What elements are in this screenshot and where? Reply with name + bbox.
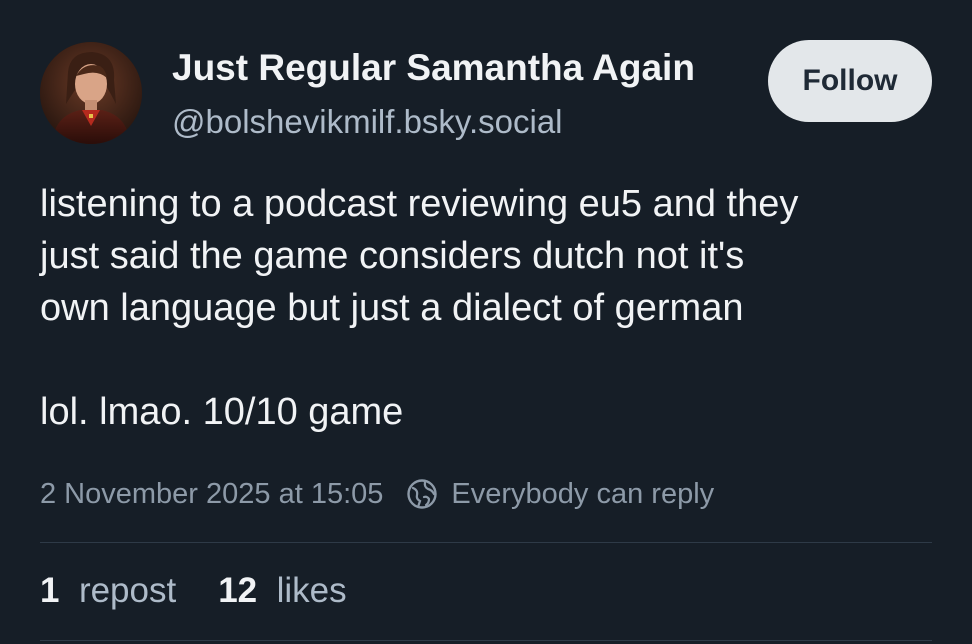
like-count-label: likes [276, 571, 347, 610]
post-text: listening to a podcast reviewing eu5 and… [40, 178, 940, 438]
repost-count[interactable]: 1 repost [40, 571, 176, 611]
reply-setting[interactable]: Everybody can reply [405, 477, 714, 511]
globe-icon [405, 477, 439, 511]
display-name[interactable]: Just Regular Samantha Again [172, 44, 762, 92]
repost-count-value: 1 [40, 571, 70, 610]
post-card: Just Regular Samantha Again @bolshevikmi… [0, 0, 972, 644]
repost-count-label: repost [78, 571, 177, 610]
handle[interactable]: @bolshevikmilf.bsky.social [172, 100, 762, 144]
post-paragraph: listening to a podcast reviewing eu5 and… [40, 183, 799, 329]
reply-setting-label: Everybody can reply [451, 477, 715, 510]
post-paragraph: lol. lmao. 10/10 game [40, 391, 404, 433]
divider [40, 542, 932, 543]
author-info: Just Regular Samantha Again @bolshevikmi… [172, 44, 762, 144]
avatar[interactable] [40, 42, 142, 144]
like-count-value: 12 [218, 571, 267, 610]
follow-button[interactable]: Follow [768, 40, 932, 122]
post-stats: 1 repost 12 likes [40, 566, 347, 616]
post-meta: 2 November 2025 at 15:05 Everybody can r… [40, 472, 714, 516]
timestamp: 2 November 2025 at 15:05 [40, 477, 384, 510]
like-count[interactable]: 12 likes [218, 571, 346, 611]
divider [40, 640, 932, 641]
